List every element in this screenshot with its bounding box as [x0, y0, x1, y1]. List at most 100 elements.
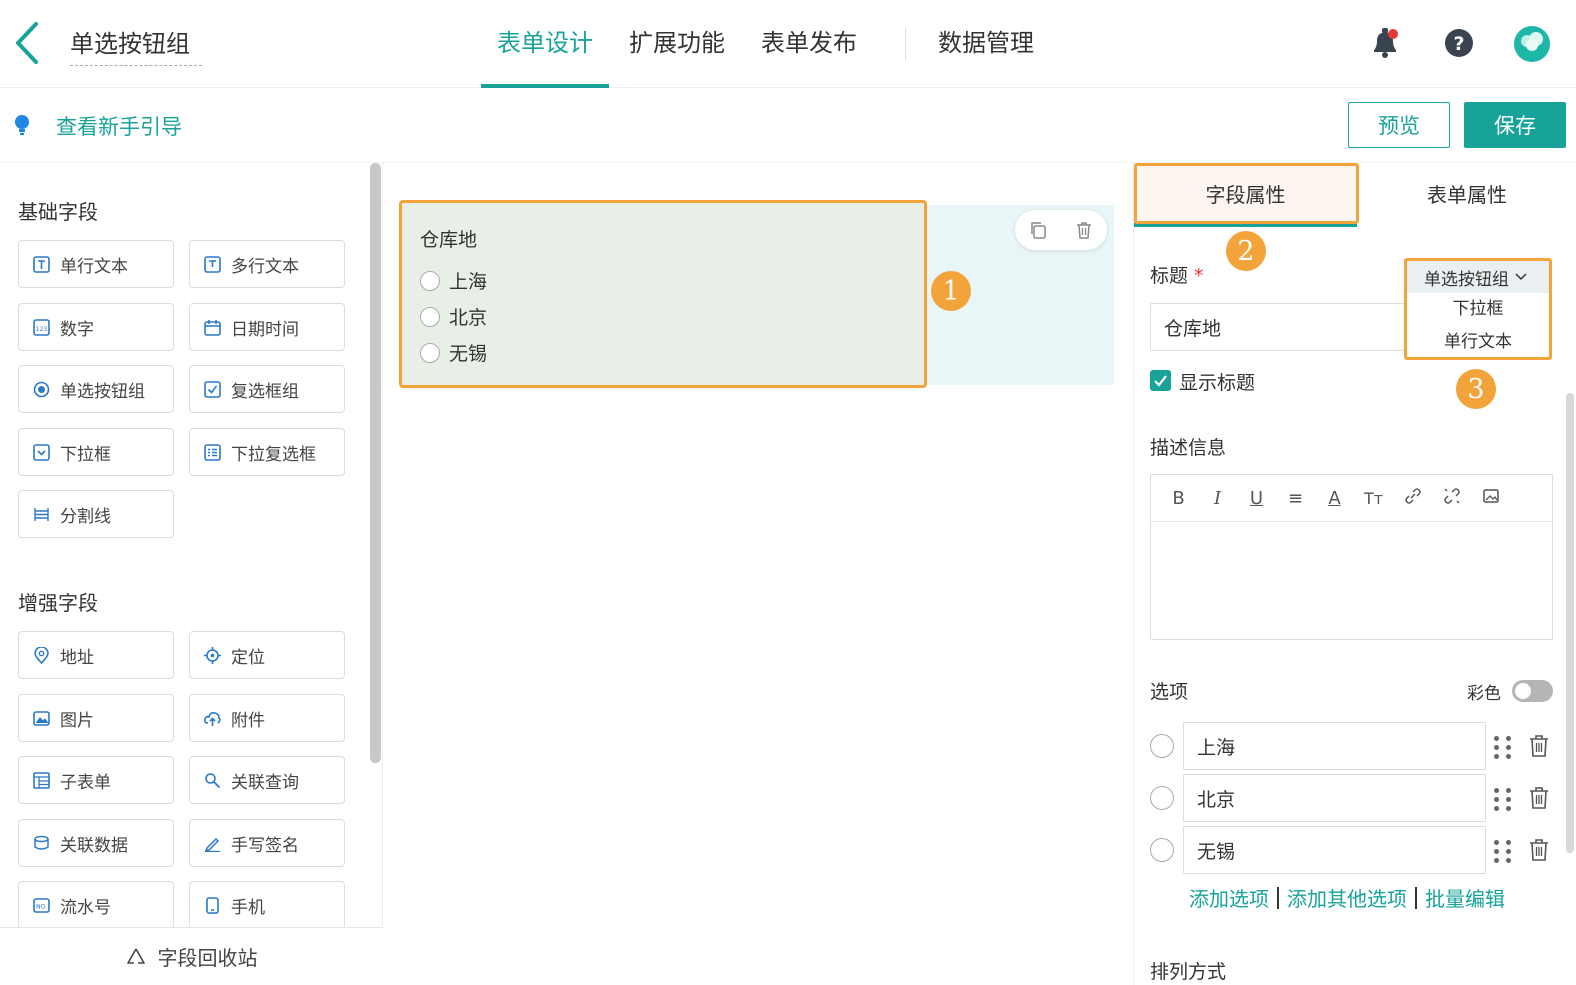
link-icon[interactable]	[1393, 487, 1432, 510]
field-linked-query[interactable]: 关联查询	[189, 756, 345, 804]
field-label: 下拉复选框	[231, 444, 316, 465]
font-color-icon[interactable]: A	[1315, 488, 1354, 509]
font-size-icon[interactable]: Tт	[1354, 489, 1393, 508]
tab-form-properties[interactable]: 表单属性	[1357, 163, 1576, 227]
field-mobile[interactable]: 手机	[189, 881, 345, 929]
delete-option-icon[interactable]	[1528, 838, 1550, 862]
radio-button[interactable]	[420, 270, 440, 291]
field-label: 手机	[231, 897, 265, 918]
form-name[interactable]: 单选按钮组	[70, 24, 202, 66]
field-label: 数字	[60, 319, 94, 340]
field-number[interactable]: 123 数字	[18, 303, 174, 351]
title-input[interactable]: 仓库地	[1150, 303, 1410, 351]
field-signature[interactable]: 手写签名	[189, 819, 345, 867]
preview-button[interactable]: 预览	[1348, 102, 1450, 148]
option-default-radio[interactable]	[1150, 838, 1174, 862]
canvas-option[interactable]: 北京	[420, 303, 487, 330]
field-label: 日期时间	[231, 319, 299, 340]
align-icon[interactable]: ≡	[1276, 488, 1315, 509]
options-label: 选项	[1150, 681, 1189, 703]
canvas-field-radio-group[interactable]: 仓库地 上海 北京 无锡	[399, 200, 927, 388]
batch-edit-link[interactable]: 批量编辑	[1425, 883, 1505, 912]
field-palette: 基础字段 单行文本 多行文本 123 数字 日期时间 单选按钮组 复选框组 下拉…	[0, 163, 383, 985]
tab-form-design[interactable]: 表单设计	[481, 0, 609, 88]
link-search-icon	[204, 772, 221, 789]
field-subform[interactable]: 子表单	[18, 756, 174, 804]
color-label: 彩色	[1467, 684, 1501, 704]
field-recycle-bin[interactable]: 字段回收站	[0, 927, 383, 985]
field-attachment[interactable]: 附件	[189, 694, 345, 742]
properties-panel: 字段属性 表单属性 2 标题 * 仓库地 单选按钮组 下拉框 单行文本 3 显示标…	[1133, 163, 1576, 985]
option-input[interactable]: 北京	[1183, 774, 1486, 822]
add-option-link[interactable]: 添加选项	[1189, 883, 1269, 912]
color-toggle[interactable]	[1512, 680, 1553, 702]
canvas-option[interactable]: 无锡	[420, 339, 487, 366]
delete-icon[interactable]	[1074, 220, 1094, 240]
field-actions	[1015, 210, 1107, 250]
tab-extensions[interactable]: 扩展功能	[613, 0, 741, 88]
radio-button[interactable]	[420, 306, 440, 327]
beginner-guide-link[interactable]: 查看新手引导	[56, 111, 182, 141]
field-label: 地址	[60, 647, 94, 668]
description-editor[interactable]: B I U ≡ A Tт	[1150, 474, 1553, 640]
field-dropdown[interactable]: 下拉框	[18, 428, 174, 476]
tab-publish[interactable]: 表单发布	[745, 0, 873, 88]
field-type-selected[interactable]: 单选按钮组	[1407, 261, 1549, 293]
field-image[interactable]: 图片	[18, 694, 174, 742]
svg-text:?: ?	[1453, 33, 1464, 55]
field-dropdown-multi[interactable]: 下拉复选框	[189, 428, 345, 476]
field-radio-group[interactable]: 单选按钮组	[18, 365, 174, 413]
tab-data-management[interactable]: 数据管理	[938, 0, 1034, 88]
field-type-option[interactable]: 下拉框	[1407, 293, 1549, 326]
delete-option-icon[interactable]	[1528, 734, 1550, 758]
field-linked-data[interactable]: 关联数据	[18, 819, 174, 867]
bold-icon[interactable]: B	[1159, 488, 1198, 509]
location-pin-icon	[33, 646, 50, 664]
required-mark: *	[1194, 265, 1204, 287]
field-label: 附件	[231, 710, 265, 731]
field-geolocation[interactable]: 定位	[189, 631, 345, 679]
svg-text:NO.: NO.	[36, 903, 47, 910]
bell-icon[interactable]	[1368, 24, 1402, 62]
canvas-option[interactable]: 上海	[420, 267, 487, 294]
underline-icon[interactable]: U	[1237, 488, 1276, 509]
save-button[interactable]: 保存	[1464, 102, 1566, 148]
option-default-radio[interactable]	[1150, 786, 1174, 810]
field-serial-number[interactable]: NO. 流水号	[18, 881, 174, 929]
field-label: 单行文本	[60, 256, 128, 277]
description-label: 描述信息	[1150, 437, 1227, 459]
step-badge-3: 3	[1456, 369, 1496, 409]
show-title-checkbox[interactable]	[1150, 370, 1171, 391]
insert-image-icon[interactable]	[1471, 487, 1510, 510]
field-label: 单选按钮组	[60, 381, 145, 402]
add-other-option-link[interactable]: 添加其他选项	[1287, 883, 1407, 912]
back-arrow-icon[interactable]	[8, 18, 48, 68]
drag-handle-icon[interactable]	[1494, 840, 1512, 863]
field-datetime[interactable]: 日期时间	[189, 303, 345, 351]
field-type-dropdown[interactable]: 单选按钮组 下拉框 单行文本	[1404, 258, 1552, 360]
field-multi-line-text[interactable]: 多行文本	[189, 240, 345, 288]
radio-button[interactable]	[420, 342, 440, 363]
copy-icon[interactable]	[1028, 220, 1048, 240]
action-bar: 查看新手引导 预览 保存	[0, 89, 1576, 162]
delete-option-icon[interactable]	[1528, 786, 1550, 810]
field-checkbox-group[interactable]: 复选框组	[189, 365, 345, 413]
help-icon[interactable]: ?	[1442, 24, 1476, 62]
field-divider[interactable]: 分割线	[18, 490, 174, 538]
italic-icon[interactable]: I	[1198, 488, 1237, 509]
drag-handle-icon[interactable]	[1494, 736, 1512, 759]
drag-handle-icon[interactable]	[1494, 788, 1512, 811]
field-type-option[interactable]: 单行文本	[1407, 326, 1549, 359]
field-address[interactable]: 地址	[18, 631, 174, 679]
canvas-field-title: 仓库地	[420, 229, 478, 251]
avatar[interactable]	[1512, 24, 1552, 62]
unlink-icon[interactable]	[1432, 487, 1471, 510]
option-input[interactable]: 上海	[1183, 722, 1486, 770]
layout-label: 排列方式	[1150, 961, 1227, 983]
properties-scrollbar[interactable]	[1566, 393, 1574, 853]
option-input[interactable]: 无锡	[1183, 826, 1486, 874]
palette-scrollbar[interactable]	[370, 163, 381, 763]
option-default-radio[interactable]	[1150, 734, 1174, 758]
list-check-icon	[204, 443, 221, 461]
field-single-line-text[interactable]: 单行文本	[18, 240, 174, 288]
